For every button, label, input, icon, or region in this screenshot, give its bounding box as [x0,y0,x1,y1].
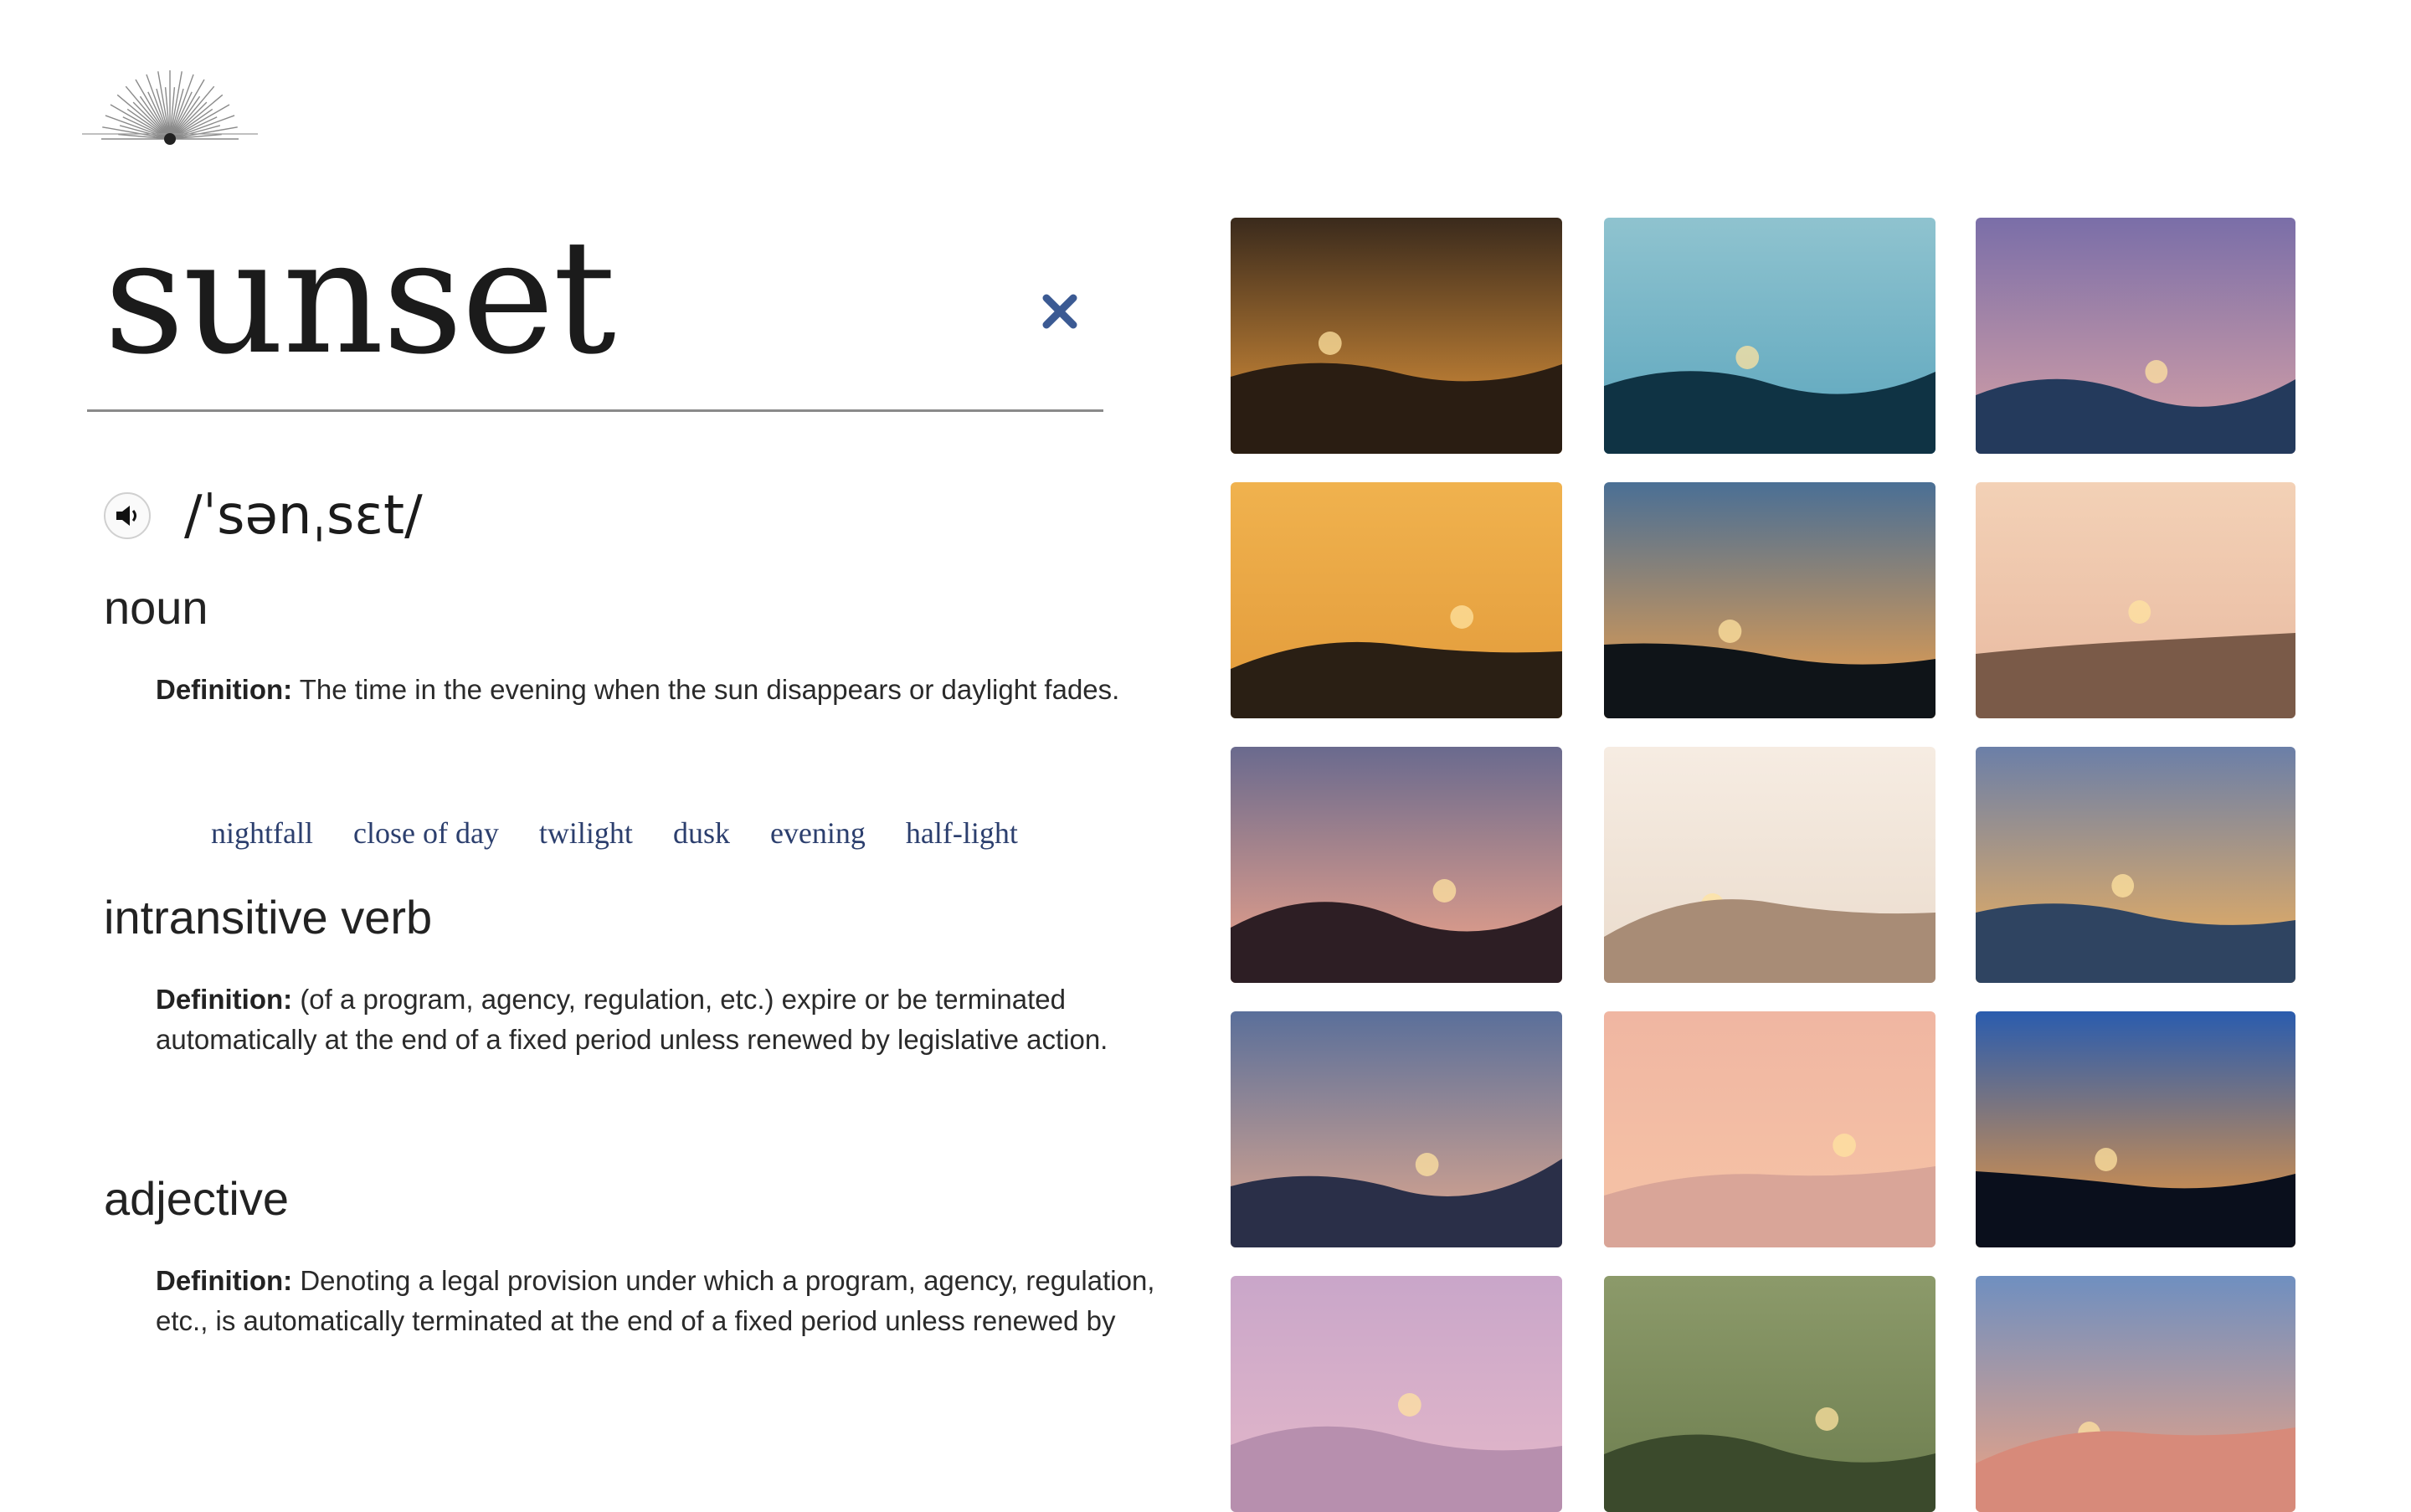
search-term[interactable]: sunset [104,219,616,377]
definition-text: etc., is automatically terminated at the… [156,1305,1116,1336]
definition-label: Definition: [156,1265,293,1296]
photo-pink-cloud-beach [1604,1011,1935,1247]
image-tile[interactable] [1976,1276,2295,1512]
play-pronunciation-button[interactable] [104,492,151,539]
photo-golden-hills [1231,482,1562,718]
image-tile[interactable] [1231,1276,1562,1512]
image-tile[interactable] [1231,482,1562,718]
synonym-link[interactable]: half-light [906,815,1018,851]
photo-violet-sky [1231,1276,1562,1512]
image-tile[interactable] [1604,1011,1935,1247]
image-tile[interactable] [1604,1276,1935,1512]
synonym-link[interactable]: dusk [673,815,730,851]
synonym-link[interactable]: close of day [353,815,499,851]
image-tile[interactable] [1976,218,2295,454]
photo-beach-palms-orange [1604,482,1935,718]
image-tile[interactable] [1604,482,1935,718]
part-of-speech-adjective: adjective [104,1172,290,1225]
image-tile[interactable] [1976,482,2295,718]
definition-verb: Definition: (of a program, agency, regul… [156,980,1160,1060]
definition-text: automatically at the end of a fixed peri… [156,1024,1108,1055]
photo-splash-silhouette [1231,218,1562,454]
image-tile[interactable] [1604,218,1935,454]
photo-green-mountains [1604,1276,1935,1512]
sunburst-icon [82,70,258,145]
photo-palms-twilight-beach [1976,747,2295,983]
image-tile[interactable] [1604,747,1935,983]
definition-label: Definition: [156,674,293,705]
photo-streaky-clouds [1976,1276,2295,1512]
definition-adjective: Definition: Denoting a legal provision u… [156,1261,1160,1341]
part-of-speech-verb: intransitive verb [104,891,433,944]
search-underline [87,409,1103,412]
phonetic-spelling: /ˈsənˌsɛt/ [184,485,423,547]
definition-noun: Definition: The time in the evening when… [156,670,1160,710]
image-tile[interactable] [1231,218,1562,454]
synonym-link[interactable]: nightfall [211,815,313,851]
photo-misty-mountain [1604,218,1935,454]
synonym-link[interactable]: twilight [539,815,633,851]
photo-tree-on-cliff [1231,747,1562,983]
photo-palm-silhouettes-blue [1976,1011,2295,1247]
photo-taj-mahal [1604,747,1935,983]
image-tile[interactable] [1231,1011,1562,1247]
part-of-speech-noun: noun [104,581,208,634]
image-tile[interactable] [1976,747,2295,983]
photo-horse-rider-clouds [1231,1011,1562,1247]
definition-text: Denoting a legal provision under which a… [300,1265,1155,1296]
photo-coastal-town [1976,482,2295,718]
image-tile[interactable] [1976,1011,2295,1247]
definition-label: Definition: [156,984,293,1015]
synonym-link[interactable]: evening [770,815,866,851]
clear-search-button[interactable] [1036,288,1083,335]
image-tile[interactable] [1231,747,1562,983]
definition-text: The time in the evening when the sun dis… [299,674,1120,705]
photo-purple-ocean-clouds [1976,218,2295,454]
definition-text: (of a program, agency, regulation, etc.)… [300,984,1066,1015]
close-icon [1042,294,1077,329]
synonym-list: nightfall close of day twilight dusk eve… [211,815,1018,851]
speaker-icon [116,506,136,526]
